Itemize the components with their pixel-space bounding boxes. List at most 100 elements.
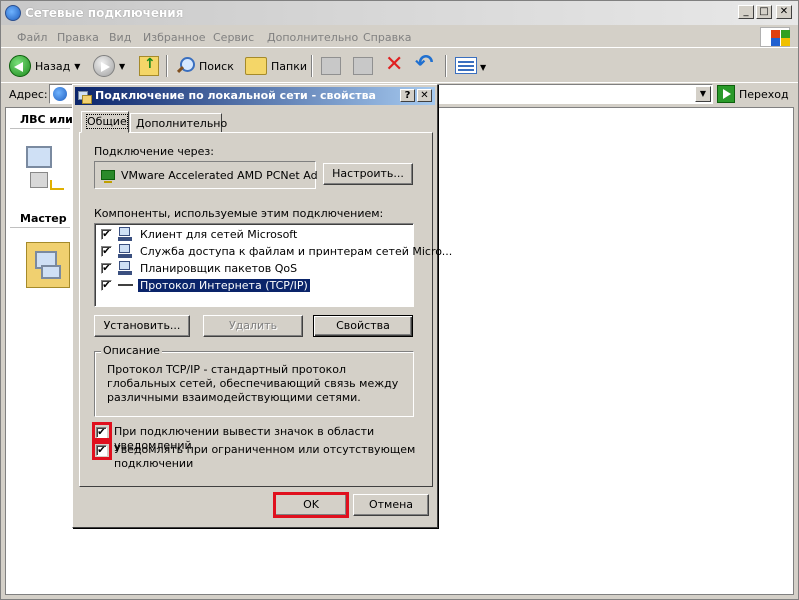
notify-option[interactable]: ✔ Уведомлять при ограниченном или отсутс… bbox=[94, 443, 424, 473]
windows-logo bbox=[760, 27, 790, 47]
logo-red-pane bbox=[771, 30, 780, 38]
monitor-shape bbox=[41, 265, 61, 279]
toolbar-separator bbox=[445, 55, 447, 77]
component-checkbox[interactable]: ✔ bbox=[101, 246, 112, 257]
toolbar-separator bbox=[311, 55, 313, 77]
component-item-client[interactable]: ✔ Клиент для сетей Microsoft bbox=[97, 226, 413, 243]
folders-icon bbox=[245, 57, 267, 75]
highlight-notify-checkbox bbox=[92, 441, 112, 460]
components-list[interactable]: ✔ Клиент для сетей Microsoft ✔ Служба до… bbox=[94, 223, 452, 307]
up-button[interactable] bbox=[139, 54, 159, 78]
cable-shape bbox=[50, 180, 64, 190]
go-button[interactable]: Переход bbox=[717, 84, 789, 104]
lan-connection-icon[interactable] bbox=[24, 144, 64, 192]
tab-advanced[interactable]: Дополнительно bbox=[130, 113, 227, 133]
address-dropdown-icon[interactable]: ▼ bbox=[695, 86, 711, 102]
notify-label: Уведомлять при ограниченном или отсутств… bbox=[114, 443, 416, 470]
network-card-icon bbox=[101, 170, 115, 183]
minimize-button[interactable]: _ bbox=[738, 5, 754, 19]
highlight-show-icon-checkbox bbox=[92, 422, 112, 441]
network-connection-icon bbox=[77, 89, 92, 104]
dialog-titlebar[interactable]: Подключение по локальной сети - свойства… bbox=[75, 87, 435, 105]
network-wizard-icon[interactable] bbox=[26, 242, 70, 288]
back-button[interactable]: Назад ▼ bbox=[9, 54, 80, 78]
logo-blue-pane bbox=[771, 38, 780, 46]
menu-advanced[interactable]: Дополнительно bbox=[267, 31, 358, 44]
properties-button[interactable]: Свойства bbox=[313, 315, 413, 337]
views-icon[interactable] bbox=[455, 57, 477, 74]
forward-dropdown-icon[interactable]: ▼ bbox=[119, 62, 125, 71]
back-dropdown-icon[interactable]: ▼ bbox=[74, 62, 80, 71]
menu-file[interactable]: Файл bbox=[17, 31, 47, 44]
dialog-title: Подключение по локальной сети - свойства bbox=[95, 89, 376, 102]
standard-toolbar: Назад ▼ ▼ Поиск Папки ✕ ↶ ▼ bbox=[1, 49, 798, 83]
component-item-tcpip[interactable]: ✔ Протокол Интернета (TCP/IP) bbox=[97, 277, 413, 294]
network-globe-icon bbox=[53, 87, 67, 101]
undo-icon[interactable]: ↶ bbox=[415, 53, 433, 75]
search-button[interactable]: Поиск bbox=[175, 54, 234, 78]
menu-tools[interactable]: Сервис bbox=[213, 31, 254, 44]
component-item-qos[interactable]: ✔ Планировщик пакетов QoS bbox=[97, 260, 413, 277]
component-label: Служба доступа к файлам и принтерам сете… bbox=[140, 245, 453, 258]
folder-up-icon bbox=[139, 56, 159, 76]
logo-green-pane bbox=[781, 30, 790, 38]
back-label: Назад bbox=[35, 59, 71, 73]
lan-properties-dialog: Подключение по локальной сети - свойства… bbox=[72, 84, 452, 528]
toolbar-separator bbox=[166, 55, 168, 77]
views-dropdown-icon[interactable]: ▼ bbox=[480, 63, 486, 72]
menu-view[interactable]: Вид bbox=[109, 31, 131, 44]
menu-favorites[interactable]: Избранное bbox=[143, 31, 205, 44]
component-checkbox[interactable]: ✔ bbox=[101, 229, 112, 240]
description-group: Описание Протокол TCP/IP - стандартный п… bbox=[94, 344, 414, 417]
menu-edit[interactable]: Правка bbox=[57, 31, 99, 44]
component-label: Протокол Интернета (TCP/IP) bbox=[138, 279, 310, 292]
connect-via-label: Подключение через: bbox=[94, 145, 214, 158]
component-label: Клиент для сетей Microsoft bbox=[140, 228, 298, 241]
copy-to-icon[interactable] bbox=[353, 57, 373, 75]
cancel-button[interactable]: Отмена bbox=[353, 494, 429, 516]
adapter-name: VMware Accelerated AMD PCNet Ad bbox=[121, 169, 318, 182]
folders-label: Папки bbox=[271, 59, 307, 73]
search-icon bbox=[175, 56, 195, 76]
delete-icon[interactable]: ✕ bbox=[385, 54, 403, 76]
go-label: Переход bbox=[739, 87, 789, 101]
forward-arrow-icon bbox=[93, 55, 115, 77]
group-divider bbox=[10, 128, 70, 129]
install-button[interactable]: Установить... bbox=[94, 315, 190, 337]
maximize-button[interactable]: □ bbox=[756, 5, 772, 19]
group-header-wizard: Мастер bbox=[20, 212, 67, 225]
description-legend: Описание bbox=[101, 344, 162, 357]
remove-button[interactable]: Удалить bbox=[203, 315, 303, 337]
component-checkbox[interactable]: ✔ bbox=[101, 263, 112, 274]
component-checkbox[interactable]: ✔ bbox=[101, 280, 112, 291]
component-item-file-sharing[interactable]: ✔ Служба доступа к файлам и принтерам се… bbox=[97, 243, 452, 260]
protocol-icon bbox=[118, 278, 134, 293]
menu-bar: Файл Правка Вид Избранное Сервис Дополни… bbox=[1, 26, 798, 48]
help-button[interactable]: ? bbox=[400, 89, 415, 102]
service-icon bbox=[118, 244, 134, 259]
forward-button[interactable]: ▼ bbox=[93, 54, 125, 78]
show-icon-option[interactable]: ✔ При подключении вывести значок в облас… bbox=[94, 425, 424, 452]
component-label: Планировщик пакетов QoS bbox=[140, 262, 298, 275]
monitor-shape bbox=[26, 146, 52, 168]
dialog-close-button[interactable]: ✕ bbox=[417, 89, 432, 102]
move-to-icon[interactable] bbox=[321, 57, 341, 75]
window-title: Сетевые подключения bbox=[25, 6, 184, 20]
menu-help[interactable]: Справка bbox=[363, 31, 411, 44]
group-divider bbox=[10, 227, 70, 228]
tab-general[interactable]: Общие bbox=[81, 111, 129, 133]
folders-button[interactable]: Папки bbox=[245, 54, 307, 78]
service-icon bbox=[118, 261, 134, 276]
highlight-ok-button bbox=[273, 492, 349, 518]
go-arrow-icon bbox=[717, 85, 735, 103]
window-titlebar[interactable]: Сетевые подключения _ □ ✕ bbox=[1, 1, 798, 25]
search-label: Поиск bbox=[199, 59, 234, 73]
configure-button[interactable]: Настроить... bbox=[323, 163, 413, 185]
close-button[interactable]: ✕ bbox=[776, 5, 792, 19]
client-icon bbox=[118, 227, 134, 242]
network-globe-icon bbox=[5, 5, 21, 21]
description-text: Протокол TCP/IP - стандартный протокол г… bbox=[107, 363, 399, 404]
tab-general-label: Общие bbox=[86, 114, 128, 129]
components-label: Компоненты, используемые этим подключени… bbox=[94, 207, 384, 220]
general-tab-panel: Подключение через: VMware Accelerated AM… bbox=[79, 132, 452, 487]
